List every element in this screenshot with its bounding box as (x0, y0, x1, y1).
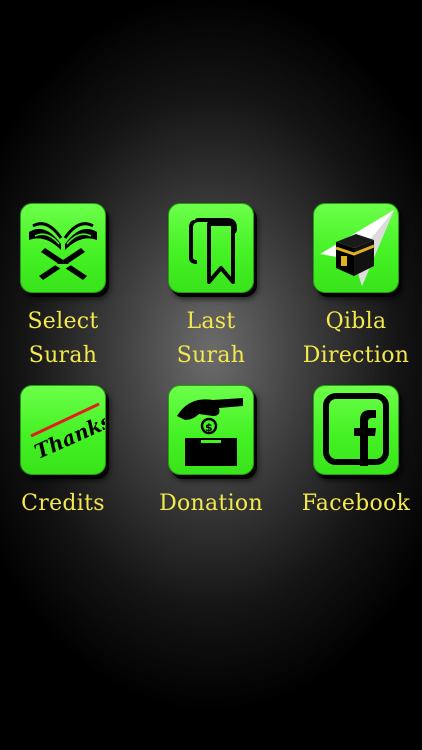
bookmark-icon (189, 218, 237, 284)
facebook-label: Facebook (301, 491, 411, 516)
last-surah-button[interactable]: Last Surah (138, 203, 284, 373)
qibla-direction-tile[interactable] (313, 203, 399, 293)
facebook-button[interactable]: Facebook (283, 385, 422, 521)
last-surah-tile[interactable] (168, 203, 254, 293)
donation-box-icon: $ (177, 398, 243, 466)
svg-text:$: $ (205, 421, 213, 434)
facebook-tile[interactable] (313, 385, 399, 475)
donation-button[interactable]: $ Donation (138, 385, 284, 521)
select-surah-tile[interactable] (20, 203, 106, 293)
credits-tile[interactable]: Thanks (20, 385, 106, 475)
credits-button[interactable]: Thanks Credits (0, 385, 136, 521)
facebook-icon (323, 393, 389, 466)
quran-book-icon (29, 222, 97, 280)
donation-label: Donation (159, 491, 263, 516)
thanks-icon: Thanks (30, 402, 105, 464)
qibla-direction-button[interactable]: Qibla Direction (283, 203, 422, 373)
donation-tile[interactable]: $ (168, 385, 254, 475)
kaaba-compass-icon (320, 210, 394, 286)
select-surah-label: Select Surah (27, 309, 99, 368)
last-surah-label: Last Surah (176, 309, 246, 368)
qibla-direction-label: Qibla Direction (302, 309, 410, 368)
select-surah-button[interactable]: Select Surah (0, 203, 136, 373)
credits-label: Credits (21, 491, 105, 516)
svg-text:Thanks: Thanks (31, 408, 105, 463)
